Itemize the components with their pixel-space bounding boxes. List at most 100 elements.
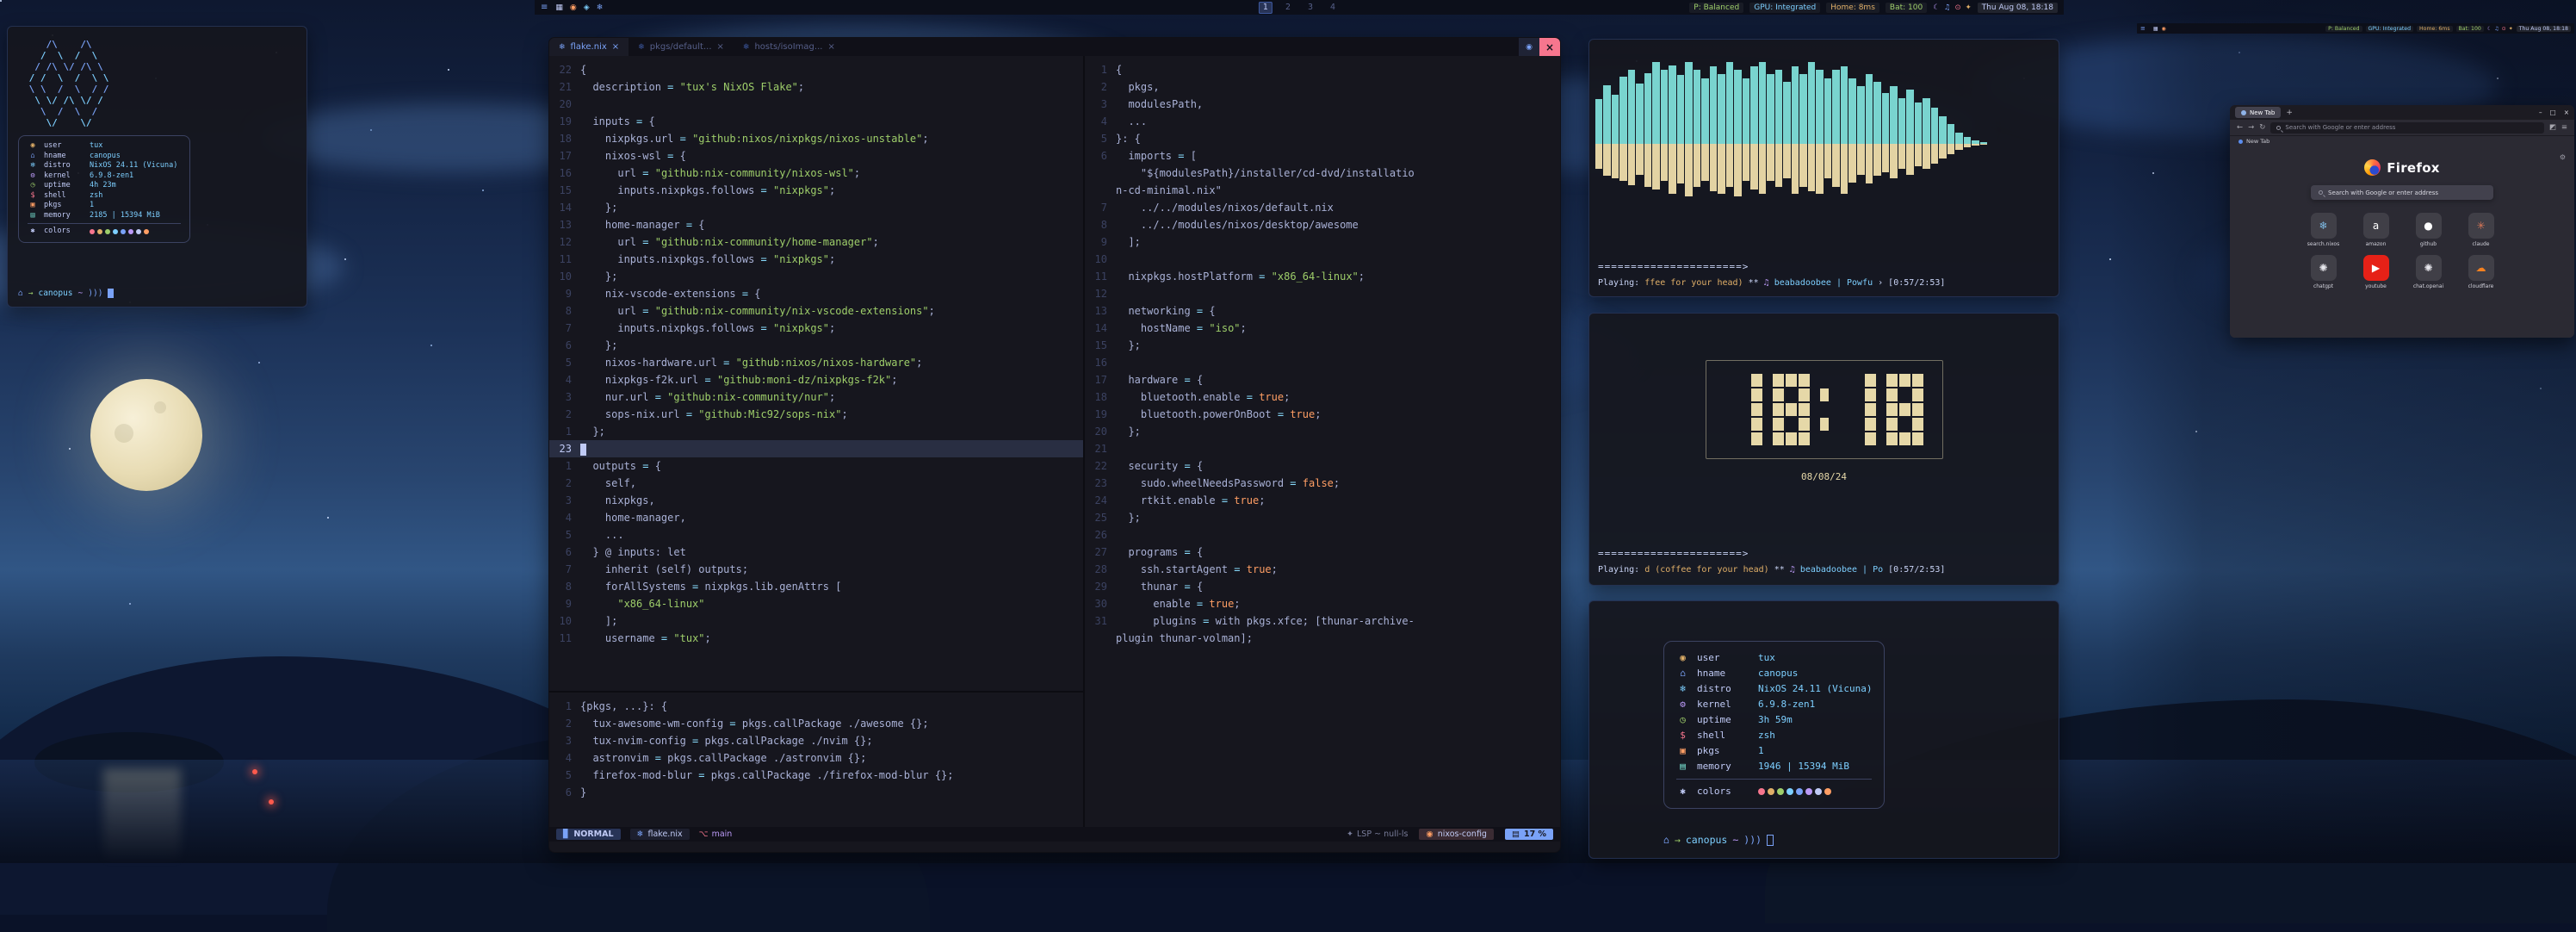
- tile-label: chat.openai: [2413, 283, 2443, 289]
- code-line: 14 };: [549, 199, 1083, 216]
- notifications-icon[interactable]: ✦: [1966, 3, 1972, 12]
- shortcut-tile[interactable]: ❄search.nixos: [2302, 213, 2344, 247]
- tab-close-icon[interactable]: ×: [827, 42, 834, 52]
- clock-cell: [1912, 374, 1923, 387]
- refresh-icon[interactable]: ↻: [2259, 123, 2265, 132]
- viz-column: [1660, 45, 1669, 243]
- browser-menu-icon[interactable]: ≡: [2561, 123, 2567, 132]
- night-light-icon[interactable]: ☾: [1933, 3, 1940, 12]
- tab-close-icon[interactable]: ×: [717, 42, 724, 52]
- clock-widget[interactable]: Thu Aug 08, 18:18: [2517, 26, 2571, 32]
- firefox-icon[interactable]: ◉: [570, 3, 577, 12]
- grid-icon[interactable]: ▦: [2153, 26, 2158, 32]
- viz-bar-top: [1743, 78, 1750, 144]
- viz-column: [1701, 45, 1710, 243]
- minimize-icon[interactable]: –: [2539, 109, 2542, 116]
- viz-column: [1979, 45, 1988, 243]
- code-line: 21 description = "tux's NixOS Flake";: [549, 78, 1083, 96]
- address-bar[interactable]: Search with Google or enter address: [2270, 122, 2543, 134]
- terminal-icon[interactable]: ◈: [584, 3, 590, 12]
- code-text: inputs.nixpkgs.follows = "nixpkgs";: [580, 320, 835, 337]
- shortcut-tile[interactable]: aamazon: [2355, 213, 2397, 247]
- terminal-clock[interactable]: 08/08/24 ======================> Playing…: [1588, 313, 2059, 586]
- editor-tab[interactable]: ❄hosts/isoImag...×: [734, 38, 845, 56]
- line-number: 10: [549, 268, 580, 285]
- workspace-2[interactable]: 2: [1281, 2, 1295, 14]
- shortcut-tile[interactable]: ☁cloudflare: [2460, 255, 2502, 289]
- terminal-visualizer[interactable]: ======================> Playing: ffee fo…: [1588, 39, 2059, 297]
- shortcut-tile[interactable]: ✺chat.openai: [2407, 255, 2449, 289]
- chatgpt-icon: ✺: [2311, 255, 2337, 281]
- line-number: 11: [1085, 268, 1116, 285]
- code-text: nixpkgs-f2k.url = "github:moni-dz/nixpkg…: [580, 371, 898, 388]
- terminal-fetch-right[interactable]: ◉usertux⌂hnamecanopus❄distroNixOS 24.11 …: [1588, 600, 2059, 859]
- editor-pane-pkgs[interactable]: 1{pkgs, ...}: {2 tux-awesome-wm-config =…: [549, 693, 1083, 827]
- firefox-window[interactable]: New Tab + – □ × ← → ↻ Search with Google o…: [2230, 105, 2574, 338]
- nix-icon[interactable]: ❄: [597, 3, 604, 12]
- viz-bar-bottom: [1890, 144, 1898, 178]
- viz-column: [1709, 45, 1718, 243]
- repo-widget[interactable]: ◉nixos-config: [1419, 829, 1494, 840]
- firefox-icon[interactable]: ◉: [2162, 26, 2166, 32]
- status-chip[interactable]: P: Balanced: [2325, 26, 2362, 32]
- terminal-fetch-left[interactable]: /\ /\ / \ / \ / /\ \/ /\ \ / / \ / \ \ \…: [7, 26, 307, 308]
- workspace-3[interactable]: 3: [1303, 2, 1317, 14]
- maximize-icon[interactable]: □: [2550, 109, 2556, 116]
- back-icon[interactable]: ←: [2237, 123, 2243, 132]
- clock-cell: [1886, 418, 1898, 431]
- viz-bar-bottom: [1792, 144, 1799, 194]
- newtab-search-bar[interactable]: Search with Google or enter address: [2311, 185, 2493, 200]
- info-label: colors: [1697, 784, 1750, 799]
- line-number: 18: [1085, 388, 1116, 406]
- status-chip[interactable]: Bat: 100: [2456, 26, 2484, 32]
- shortcut-tile[interactable]: ✺chatgpt: [2302, 255, 2344, 289]
- window-close-button[interactable]: ×: [1539, 38, 1560, 56]
- media-icon[interactable]: ♫: [1944, 3, 1951, 12]
- browser-tab[interactable]: New Tab: [2235, 107, 2281, 118]
- neovim-window[interactable]: ❄flake.nix×❄pkgs/default...×❄hosts/isoIm…: [548, 37, 1561, 853]
- status-chip[interactable]: Home: 8ms: [1826, 3, 1879, 13]
- shortcut-tile[interactable]: ▶youtube: [2355, 255, 2397, 289]
- clock-cell: [1725, 418, 1737, 431]
- viz-column: [1914, 45, 1923, 243]
- code-line: 18 nixpkgs.url = "github:nixos/nixpkgs/n…: [549, 130, 1083, 147]
- clock-widget[interactable]: Thu Aug 08, 18:18: [1978, 3, 2058, 13]
- editor-pane-flake[interactable]: 22{21 description = "tux's NixOS Flake";…: [549, 56, 1083, 691]
- editor-tab[interactable]: ❄flake.nix×: [549, 38, 629, 56]
- record-icon[interactable]: ⊙: [2502, 26, 2506, 32]
- line-number: [1085, 165, 1116, 182]
- editor-tab[interactable]: ❄pkgs/default...×: [629, 38, 734, 56]
- code-text: n-cd-minimal.nix": [1116, 182, 1222, 199]
- eye-toggle-button[interactable]: ◉: [1519, 38, 1539, 56]
- code-line: 14 hostName = "iso";: [1085, 320, 1560, 337]
- grid-icon[interactable]: ▦: [555, 3, 563, 12]
- menu-icon[interactable]: ≡: [541, 3, 548, 12]
- tab-close-icon[interactable]: ×: [612, 42, 619, 52]
- clock-digits: [1725, 374, 1923, 445]
- workspace-4[interactable]: 4: [1326, 2, 1340, 14]
- shortcut-tile[interactable]: ●github: [2407, 213, 2449, 247]
- night-light-icon[interactable]: ☾: [2487, 26, 2492, 32]
- bookmark-item[interactable]: New Tab: [2246, 138, 2269, 145]
- status-chip[interactable]: Bat: 100: [1886, 3, 1927, 13]
- editor-pane-iso[interactable]: 1{2 pkgs,3 modulesPath,4 ...5}: {6 impor…: [1085, 56, 1560, 827]
- clock-cell: [1899, 374, 1910, 387]
- record-icon[interactable]: ⊙: [1954, 3, 1960, 12]
- status-chip[interactable]: GPU: Integrated: [1749, 3, 1820, 13]
- new-tab-button[interactable]: +: [2286, 109, 2293, 117]
- info-row: ⌂hnamecanopus: [28, 152, 181, 162]
- status-chip[interactable]: P: Balanced: [1689, 3, 1743, 13]
- menu-icon[interactable]: ≡: [2140, 25, 2146, 32]
- shortcut-tile[interactable]: ✳claude: [2460, 213, 2502, 247]
- line-number: 14: [1085, 320, 1116, 337]
- viz-bar-bottom: [1612, 144, 1619, 178]
- workspace-1[interactable]: 1: [1259, 2, 1273, 14]
- media-icon[interactable]: ♫: [2494, 26, 2499, 32]
- forward-icon[interactable]: →: [2248, 123, 2254, 132]
- notifications-icon[interactable]: ✦: [2509, 26, 2513, 32]
- status-chip[interactable]: Home: 6ms: [2417, 26, 2453, 32]
- close-icon[interactable]: ×: [2564, 109, 2569, 116]
- personalize-gear-icon[interactable]: ⚙: [2560, 153, 2566, 161]
- extensions-icon[interactable]: ◩: [2549, 123, 2556, 132]
- status-chip[interactable]: GPU: Integrated: [2366, 26, 2414, 32]
